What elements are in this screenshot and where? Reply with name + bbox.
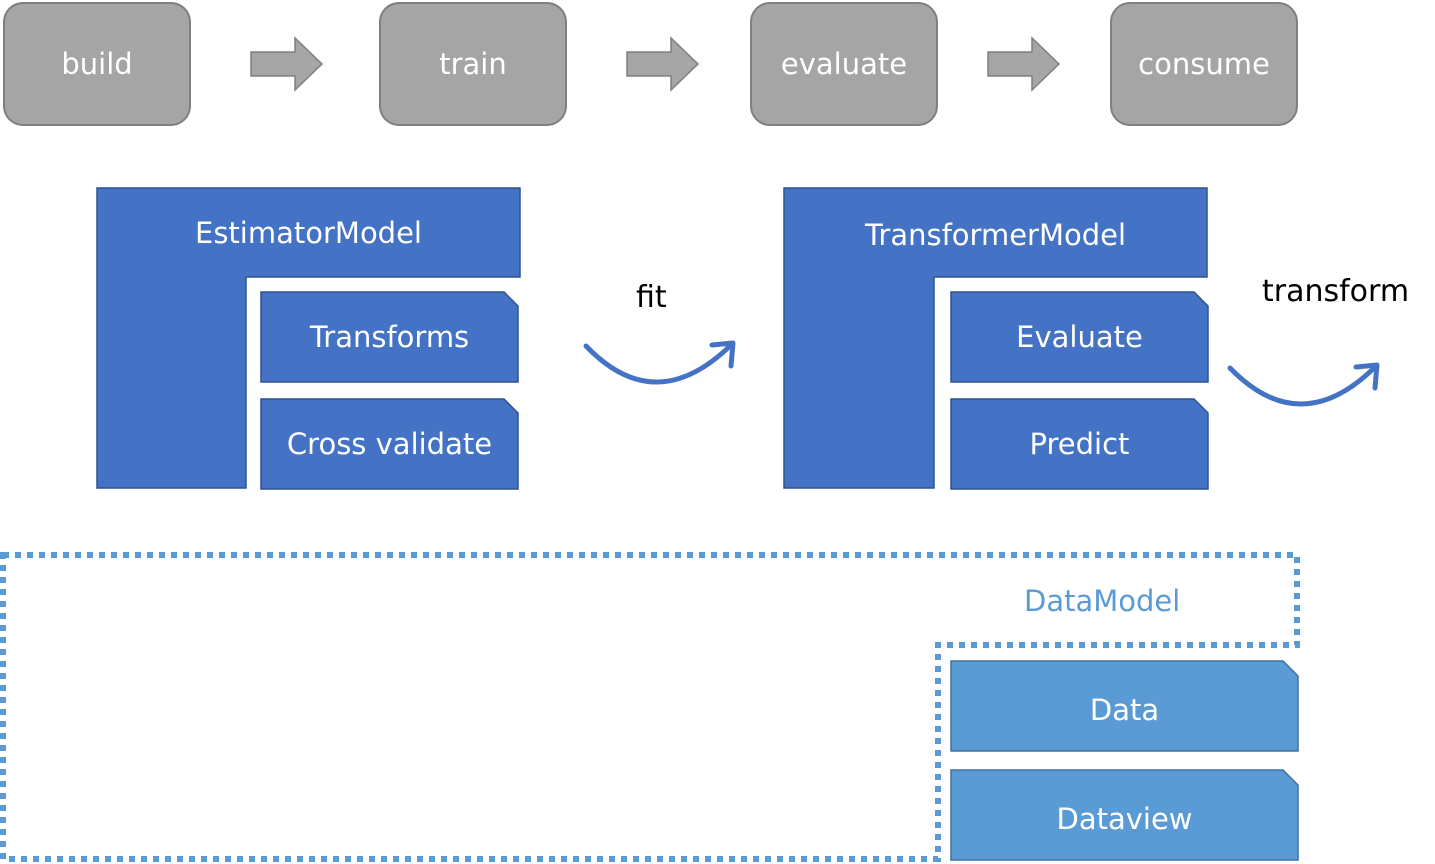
stage-label: consume [1138, 47, 1270, 81]
estimator-cross-validate-label: Cross validate [286, 427, 493, 461]
transformer-evaluate-label: Evaluate [1016, 320, 1143, 354]
data-label: Data [1089, 693, 1160, 727]
estimator-model-title: EstimatorModel [195, 216, 422, 250]
fit-arrow-icon [583, 343, 733, 385]
dataview-label: Dataview [1056, 802, 1193, 836]
arrow-evaluate-consume-icon [987, 36, 1061, 92]
estimator-transforms-label: Transforms [309, 320, 470, 354]
arrow-build-train-icon [250, 36, 324, 92]
stage-evaluate[interactable]: evaluate [750, 2, 938, 126]
transformer-predict-label: Predict [1029, 427, 1130, 461]
stage-label: evaluate [780, 47, 908, 81]
stage-label: train [439, 47, 507, 81]
data-model-title: DataModel [1024, 584, 1181, 618]
stage-train[interactable]: train [379, 2, 567, 126]
stage-consume[interactable]: consume [1110, 2, 1298, 126]
stage-build[interactable]: build [3, 2, 191, 126]
stage-label: build [61, 47, 133, 81]
diagram-canvas: build train evaluate consume EstimatorMo… [0, 0, 1435, 864]
transform-label: transform [1262, 274, 1410, 309]
transformer-model-title: TransformerModel [864, 218, 1127, 252]
transform-arrow-icon [1227, 365, 1377, 407]
arrow-train-evaluate-icon [626, 36, 700, 92]
fit-label: fit [636, 280, 667, 315]
